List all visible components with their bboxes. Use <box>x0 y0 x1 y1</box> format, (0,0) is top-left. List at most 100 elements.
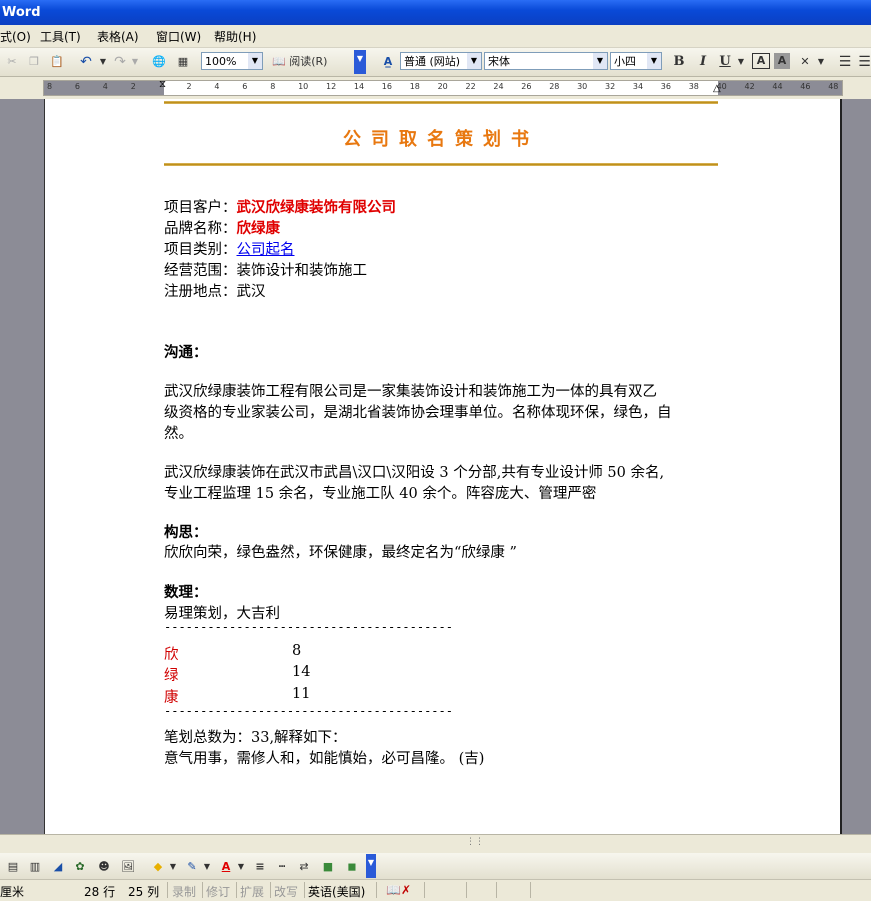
wordart-icon[interactable]: ◢ <box>50 858 66 876</box>
grip-icon[interactable]: ⋮⋮ <box>466 837 484 847</box>
status-line: 28 行 <box>84 885 116 899</box>
ruler-tick: 2 <box>130 82 136 91</box>
document-title: 公司取名策划书 <box>343 129 539 150</box>
indent-marker-icon[interactable]: ⧖ <box>159 79 166 90</box>
status-separator <box>202 882 203 898</box>
status-overtype[interactable]: 改写 <box>274 883 298 900</box>
status-unit: 厘米 <box>0 885 25 899</box>
status-record[interactable]: 录制 <box>172 883 196 900</box>
text-box-icon[interactable]: ▤ <box>6 858 20 876</box>
char-border-icon[interactable]: A <box>752 53 770 69</box>
paste-icon[interactable]: 📋 <box>48 53 66 71</box>
toolbar-options-icon[interactable]: ▼ <box>366 854 376 878</box>
section-communication: 沟通： <box>164 344 208 361</box>
ruler-tick: 46 <box>800 82 811 91</box>
line-color-icon[interactable]: ✎ <box>184 858 200 876</box>
status-column: 25 列 <box>128 885 160 899</box>
ruler-tick: 36 <box>660 82 671 91</box>
title-bottom-rule <box>164 163 718 166</box>
styles-pane-icon[interactable]: A̲ <box>378 53 398 71</box>
undo-dropdown-icon[interactable]: ▼ <box>98 53 108 71</box>
ruler-tick: 38 <box>688 82 699 91</box>
split-bar[interactable]: ⋮⋮ <box>0 834 871 853</box>
scaling-dropdown-icon[interactable]: ▼ <box>816 53 826 71</box>
fill-color-icon[interactable]: ◆ <box>150 858 166 876</box>
window-title: Word <box>2 5 41 20</box>
ruler-tick: 32 <box>605 82 616 91</box>
hyperlink-icon[interactable]: 🌐 <box>150 53 168 71</box>
char-shading-icon[interactable]: A <box>774 53 790 69</box>
formatting-toolbar: ✂ ❐ 📋 ↶ ▼ ↷ ▼ 🌐 ▦ 100% ▼ 📖 阅读(R) ▼ A̲ 普通… <box>0 48 871 77</box>
ruler-tick: 34 <box>632 82 644 91</box>
font-size-select[interactable]: 小四 ▼ <box>610 52 662 70</box>
style-select[interactable]: 普通 (网站) ▼ <box>400 52 482 70</box>
horizontal-ruler[interactable]: 8 6 4 2 2 4 6 8 10 12 14 16 18 20 22 24 26 28 30 32 34 36 38 40… <box>0 77 871 99</box>
toolbar-options-icon[interactable]: ▼ <box>354 50 366 74</box>
ruler-tick: 4 <box>102 82 108 91</box>
redo-dropdown-icon[interactable]: ▼ <box>130 53 140 71</box>
cut-icon[interactable]: ✂ <box>4 53 20 71</box>
font-size-value: 小四 <box>614 55 636 68</box>
chevron-down-icon: ▼ <box>647 53 661 69</box>
ruler-tick: 26 <box>521 82 532 91</box>
zoom-select[interactable]: 100% ▼ <box>201 52 263 70</box>
ruler-tick: 6 <box>242 82 248 91</box>
font-select[interactable]: 宋体 ▼ <box>484 52 608 70</box>
line-style-icon[interactable]: ≡ <box>252 858 268 876</box>
table-icon[interactable]: ▦ <box>174 53 192 71</box>
field-location: 注册地点：武汉 <box>164 284 266 300</box>
read-button[interactable]: 📖 阅读(R) <box>272 53 336 71</box>
status-separator <box>466 882 467 898</box>
align-justify-icon[interactable]: ☰ <box>836 53 854 71</box>
field-scope: 经营范围：装饰设计和装饰施工 <box>164 263 367 279</box>
zoom-value: 100% <box>205 55 237 68</box>
align-distributed-icon[interactable]: ☰ <box>858 53 871 71</box>
italic-button[interactable]: I <box>694 53 712 71</box>
stroke-char-2: 绿 <box>164 668 179 684</box>
style-value: 普通 (网站) <box>404 55 461 68</box>
copy-icon[interactable]: ❐ <box>26 53 42 71</box>
dash-style-icon[interactable]: ┅ <box>274 858 290 876</box>
menu-window[interactable]: 窗口(W) <box>156 28 201 45</box>
menu-format[interactable]: 式(O) <box>0 28 31 45</box>
underline-dropdown-icon[interactable]: ▼ <box>736 53 746 71</box>
menu-table[interactable]: 表格(A) <box>97 28 139 45</box>
clipart-icon[interactable]: ☻ <box>96 858 112 876</box>
ruler-tick: 14 <box>353 82 365 91</box>
picture-icon[interactable]: 🖼 <box>120 858 136 876</box>
stroke-count-2: 14 <box>292 664 311 680</box>
status-extend[interactable]: 扩展 <box>240 883 264 900</box>
status-language[interactable]: 英语(美国) <box>308 883 365 900</box>
underline-button[interactable]: U <box>716 53 734 71</box>
status-track-changes[interactable]: 修订 <box>206 883 230 900</box>
field-category: 项目类别：公司起名 <box>164 242 295 258</box>
status-bar: 厘米 28 行 25 列 录制 修订 扩展 改写 英语(美国) 📖✗ <box>0 879 871 901</box>
concept-text: 欣欣向荣，绿色盎然，环保健康，最终定名为“欣绿康 ” <box>164 545 517 561</box>
field-client: 项目客户：武汉欣绿康装饰有限公司 <box>164 199 396 216</box>
fill-color-dropdown-icon[interactable]: ▼ <box>168 858 178 876</box>
menu-help[interactable]: 帮助(H) <box>214 28 256 45</box>
right-indent-marker-icon[interactable]: △ <box>713 83 721 94</box>
line-color-dropdown-icon[interactable]: ▼ <box>202 858 212 876</box>
undo-icon[interactable]: ↶ <box>78 53 94 71</box>
shadow-style-icon[interactable]: ■ <box>320 858 336 876</box>
drawing-toolbar: ▤ ▥ ◢ ✿ ☻ 🖼 ◆ ▼ ✎ ▼ A ▼ ≡ ┅ ⇄ ■ ◼ ▼ <box>0 853 871 879</box>
vertical-text-box-icon[interactable]: ▥ <box>28 858 42 876</box>
arrow-style-icon[interactable]: ⇄ <box>296 858 312 876</box>
char-scaling-icon[interactable]: ✕ <box>796 53 814 71</box>
diagram-icon[interactable]: ✿ <box>72 858 88 876</box>
stroke-count-3: 11 <box>292 686 311 702</box>
redo-icon[interactable]: ↷ <box>112 53 128 71</box>
category-link[interactable]: 公司起名 <box>237 242 295 258</box>
ruler-tick: 48 <box>828 82 839 91</box>
ruler-tick: 24 <box>493 82 504 91</box>
para1-line1: 武汉欣绿康装饰工程有限公司是一家集装饰设计和装饰施工为一体的具有双乙 <box>164 384 657 400</box>
bold-button[interactable]: B <box>670 53 688 71</box>
spelling-check-icon[interactable]: 📖✗ <box>386 883 411 897</box>
3d-style-icon[interactable]: ◼ <box>344 858 360 876</box>
font-color-icon[interactable]: A <box>218 858 234 876</box>
font-color-dropdown-icon[interactable]: ▼ <box>236 858 246 876</box>
menu-tools[interactable]: 工具(T) <box>40 28 81 45</box>
title-top-rule <box>164 101 718 104</box>
menu-bar: 式(O) 工具(T) 表格(A) 窗口(W) 帮助(H) <box>0 25 871 48</box>
